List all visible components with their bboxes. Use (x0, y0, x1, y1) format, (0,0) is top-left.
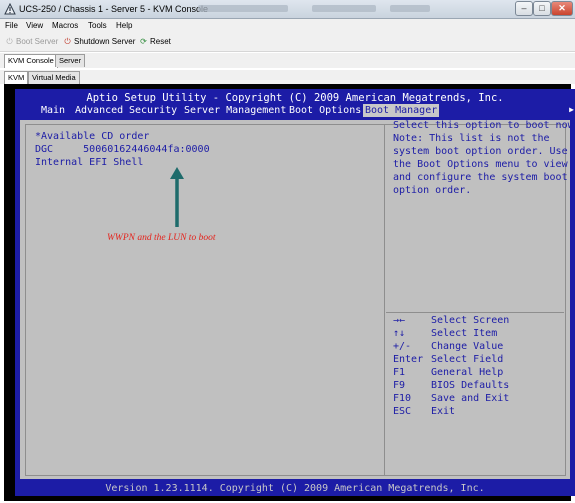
boot-list-item[interactable]: DGC 50060162446044fa:0000 (35, 144, 210, 155)
key-desc: Exit (431, 406, 456, 417)
help-text-line: system boot option order. Use (393, 146, 568, 157)
tab-virtual-media[interactable]: Virtual Media (28, 71, 80, 84)
reset-icon: ⟳ (140, 37, 147, 46)
bios-tab-boot-manager[interactable]: Boot Manager (363, 104, 440, 117)
key-select-item: ↑↓ (393, 328, 406, 339)
bios-tab-boot-options[interactable]: Boot Options (287, 104, 363, 117)
menu-help[interactable]: Help (116, 21, 132, 30)
tab-server[interactable]: Server (55, 54, 86, 67)
key-exit: ESC (393, 406, 412, 417)
tab-kvm[interactable]: KVM (4, 71, 29, 85)
help-text-line: Note: This list is not the (393, 133, 550, 144)
bios-tab-main[interactable]: Main (39, 104, 67, 117)
help-divider (386, 312, 564, 313)
shutdown-server-label: Shutdown Server (74, 37, 136, 46)
help-text-line: the Boot Options menu to view (393, 159, 568, 170)
boot-server-label: Boot Server (16, 37, 59, 46)
help-text-line: and configure the system boot (393, 172, 568, 183)
key-desc: Select Field (431, 354, 504, 365)
key-save-exit: F10 (393, 393, 412, 404)
reset-button[interactable]: ⟳ Reset (139, 37, 171, 46)
key-general-help: F1 (393, 367, 406, 378)
menu-tools[interactable]: Tools (88, 21, 107, 30)
menu-view[interactable]: View (26, 21, 43, 30)
window-title: UCS-250 / Chassis 1 - Server 5 - KVM Con… (19, 4, 209, 14)
key-bios-defaults: F9 (393, 380, 406, 391)
toolbar: ⏻ Boot Server ⏻ Shutdown Server ⟳ Reset (0, 33, 575, 52)
bios-screen[interactable]: Aptio Setup Utility - Copyright (C) 2009… (15, 89, 575, 496)
key-desc: Change Value (431, 341, 504, 352)
blurred-title-segment (312, 5, 376, 12)
top-tab-row: KVM Console Server (0, 53, 575, 68)
close-button[interactable]: ✕ (551, 1, 573, 16)
blurred-title-segment (390, 5, 430, 12)
bios-tab-security[interactable]: Security (127, 104, 179, 117)
shutdown-server-button[interactable]: ⏻ Shutdown Server (63, 37, 135, 46)
key-desc: Select Item (431, 328, 498, 339)
key-change-value: +/- (393, 341, 412, 352)
menu-file[interactable]: File (5, 21, 18, 30)
blurred-title-segment (198, 5, 288, 12)
sub-tab-row: KVM Virtual Media (0, 70, 575, 85)
minimize-button[interactable]: – (515, 1, 533, 16)
help-text-line: option order. (393, 185, 472, 196)
app-warning-icon (4, 3, 16, 15)
scroll-right-icon: ▶ (569, 105, 574, 114)
window-title-bar: UCS-250 / Chassis 1 - Server 5 - KVM Con… (0, 0, 575, 19)
bios-footer: Version 1.23.1114. Copyright (C) 2009 Am… (105, 483, 485, 494)
shutdown-icon: ⏻ (64, 37, 71, 46)
annotation-label: WWPN and the LUN to boot (107, 233, 216, 243)
key-desc: General Help (431, 367, 504, 378)
tab-kvm-console[interactable]: KVM Console (4, 54, 58, 68)
bios-panel: *Available CD order DGC 50060162446044fa… (20, 120, 575, 479)
bios-tab-bar: Main Advanced Security Server Management… (15, 104, 575, 117)
menu-macros[interactable]: Macros (52, 21, 78, 30)
menu-bar: File View Macros Tools Help (0, 19, 575, 33)
reset-label: Reset (150, 37, 171, 46)
boot-list-item[interactable]: Internal EFI Shell (35, 157, 143, 168)
power-icon: ⏻ (6, 37, 13, 46)
key-select-field: Enter (393, 354, 424, 365)
boot-list-panel (25, 124, 385, 476)
key-select-screen: →← (393, 315, 406, 326)
key-desc: Save and Exit (431, 393, 510, 404)
annotation-arrow-icon (170, 167, 184, 227)
key-desc: Select Screen (431, 315, 510, 326)
boot-server-button[interactable]: ⏻ Boot Server (5, 37, 58, 46)
bios-tab-server-management[interactable]: Server Management (182, 104, 288, 117)
key-desc: BIOS Defaults (431, 380, 510, 391)
bios-title: Aptio Setup Utility - Copyright (C) 2009… (86, 92, 504, 104)
maximize-button[interactable]: □ (533, 1, 551, 16)
bios-tab-advanced[interactable]: Advanced (73, 104, 125, 117)
help-text-line: Select this option to boot now. (393, 120, 575, 131)
boot-list-item[interactable]: *Available CD order (35, 131, 149, 142)
